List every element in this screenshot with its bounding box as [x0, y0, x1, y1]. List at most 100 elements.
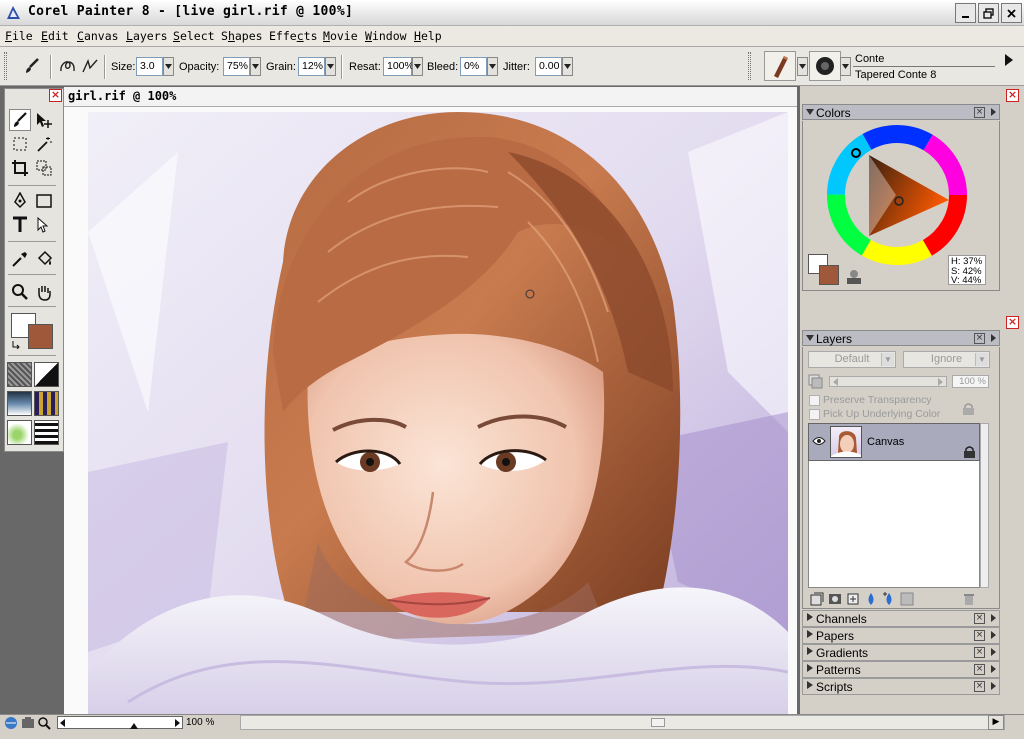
layers-palette-close[interactable]: × [1006, 316, 1019, 329]
layers-panel-menu-icon[interactable] [991, 334, 996, 342]
layer-commands-icon[interactable] [810, 592, 824, 606]
magic-wand-tool[interactable] [33, 133, 55, 155]
scripts-panel-header[interactable]: Scripts × [802, 678, 1000, 695]
grain-field[interactable]: 12% [298, 57, 325, 76]
brush-selector-menu-button[interactable] [1005, 54, 1013, 69]
panel-menu-icon[interactable] [991, 682, 996, 690]
resat-field[interactable]: 100% [383, 57, 414, 76]
rectangular-selection-tool[interactable] [9, 133, 31, 155]
clone-color-icon[interactable] [845, 268, 863, 286]
horizontal-scrollbar[interactable] [240, 715, 1005, 730]
composite-depth-select[interactable]: Ignore ▼ [903, 351, 990, 368]
menu-edit[interactable]: Edit [41, 29, 69, 43]
painting-canvas[interactable] [88, 112, 788, 714]
minimize-button[interactable] [955, 3, 976, 23]
scroll-right-button[interactable]: ▶ [988, 715, 1004, 730]
text-tool[interactable] [9, 214, 31, 236]
pen-tool[interactable] [9, 190, 31, 212]
weaving-selector[interactable] [34, 391, 59, 416]
menu-layers[interactable]: Layers [126, 29, 168, 43]
shape-selection-tool[interactable] [33, 214, 55, 236]
menu-select[interactable]: Select [173, 29, 215, 43]
opacity-field[interactable]: 75% [223, 57, 250, 76]
swap-colors-icon[interactable] [11, 339, 21, 349]
restore-button[interactable] [978, 3, 999, 23]
layer-opacity-slider[interactable] [829, 376, 947, 387]
brush-category-button[interactable] [764, 51, 796, 81]
close-icon[interactable]: × [974, 647, 985, 658]
toolbox-close-button[interactable]: × [49, 89, 62, 102]
trash-icon[interactable] [962, 592, 976, 606]
colors-panel-close-icon[interactable]: × [974, 107, 985, 118]
size-spin-button[interactable] [163, 57, 174, 76]
zoom-slider[interactable] [57, 716, 183, 729]
color-management-icon[interactable] [4, 716, 18, 730]
menu-shapes[interactable]: Shapes [221, 29, 263, 43]
menu-window[interactable]: Window [365, 29, 407, 43]
zoom-slider-thumb[interactable] [130, 723, 138, 729]
layer-lock-icon[interactable] [963, 445, 976, 458]
freehand-stroke-button[interactable] [56, 54, 80, 78]
papers-panel-header[interactable]: Papers × [802, 627, 1000, 644]
document-titlebar[interactable]: girl.rif @ 100% [64, 87, 797, 107]
lasso-tool[interactable] [33, 157, 55, 179]
close-icon[interactable]: × [974, 681, 985, 692]
new-layer-icon[interactable] [864, 592, 878, 606]
composite-method-select[interactable]: Default ▼ [808, 351, 896, 368]
look-selector[interactable] [34, 420, 59, 445]
magnifier-tool[interactable] [9, 281, 31, 303]
close-icon[interactable]: × [974, 664, 985, 675]
patterns-panel-header[interactable]: Patterns × [802, 661, 1000, 678]
close-button[interactable] [1001, 3, 1022, 23]
crop-tool[interactable] [9, 157, 31, 179]
menu-file[interactable]: File [5, 29, 33, 43]
layer-mask-icon[interactable] [808, 374, 823, 389]
lock-icon[interactable] [962, 402, 975, 415]
panel-menu-icon[interactable] [991, 665, 996, 673]
brush-category-dropdown[interactable] [797, 57, 808, 76]
pattern-selector[interactable] [7, 391, 32, 416]
menu-help[interactable]: Help [414, 29, 442, 43]
eye-icon[interactable] [812, 436, 826, 446]
layer-list-scrollbar[interactable] [980, 423, 989, 588]
brush-variant-name[interactable]: Tapered Conte 8 [855, 69, 936, 81]
magnifier-icon[interactable] [37, 716, 51, 730]
toolbar-grip[interactable] [4, 52, 7, 80]
paint-bucket-tool[interactable] [33, 248, 55, 270]
panel-menu-icon[interactable] [991, 648, 996, 656]
layer-opacity-field[interactable]: 100 % [952, 375, 989, 388]
bleed-field[interactable]: 0% [460, 57, 487, 76]
new-layer-mask-icon[interactable] [882, 592, 896, 606]
layers-panel-header[interactable]: Layers × [802, 330, 1000, 346]
channels-panel-header[interactable]: Channels × [802, 610, 1000, 627]
create-layer-mask-icon[interactable] [900, 592, 914, 606]
colors-main-swatch[interactable] [819, 265, 839, 285]
colors-palette-close[interactable]: × [1006, 89, 1019, 102]
grain-spin-button[interactable] [325, 57, 336, 76]
close-icon[interactable]: × [974, 613, 985, 624]
dropper-tool[interactable] [9, 248, 31, 270]
size-field[interactable]: 3.0 [136, 57, 163, 76]
brush-tool[interactable] [9, 109, 31, 131]
resat-spin-button[interactable] [412, 57, 423, 76]
dynamic-plugins-icon[interactable] [828, 592, 842, 606]
menu-effects[interactable]: Effects [269, 29, 318, 43]
colors-panel-header[interactable]: Colors × [802, 104, 1000, 120]
brush-variant-button[interactable] [809, 51, 841, 81]
brush-selector-grip[interactable] [748, 52, 751, 80]
menu-canvas[interactable]: Canvas [77, 29, 119, 43]
panel-menu-icon[interactable] [991, 631, 996, 639]
nozzle-selector[interactable] [7, 420, 32, 445]
layer-adjuster-tool[interactable] [33, 109, 55, 131]
opacity-spin-button[interactable] [250, 57, 261, 76]
pick-up-underlying-checkbox[interactable] [809, 409, 820, 420]
brush-variant-dropdown[interactable] [840, 57, 851, 76]
color-wheel[interactable] [826, 124, 968, 266]
straight-line-stroke-button[interactable] [78, 54, 102, 78]
main-color-swatch[interactable] [28, 324, 53, 349]
menu-movie[interactable]: Movie [323, 29, 358, 43]
grabber-tool[interactable] [33, 281, 55, 303]
layers-panel-close-icon[interactable]: × [974, 333, 985, 344]
new-layer-set-icon[interactable] [846, 592, 860, 606]
close-icon[interactable]: × [974, 630, 985, 641]
